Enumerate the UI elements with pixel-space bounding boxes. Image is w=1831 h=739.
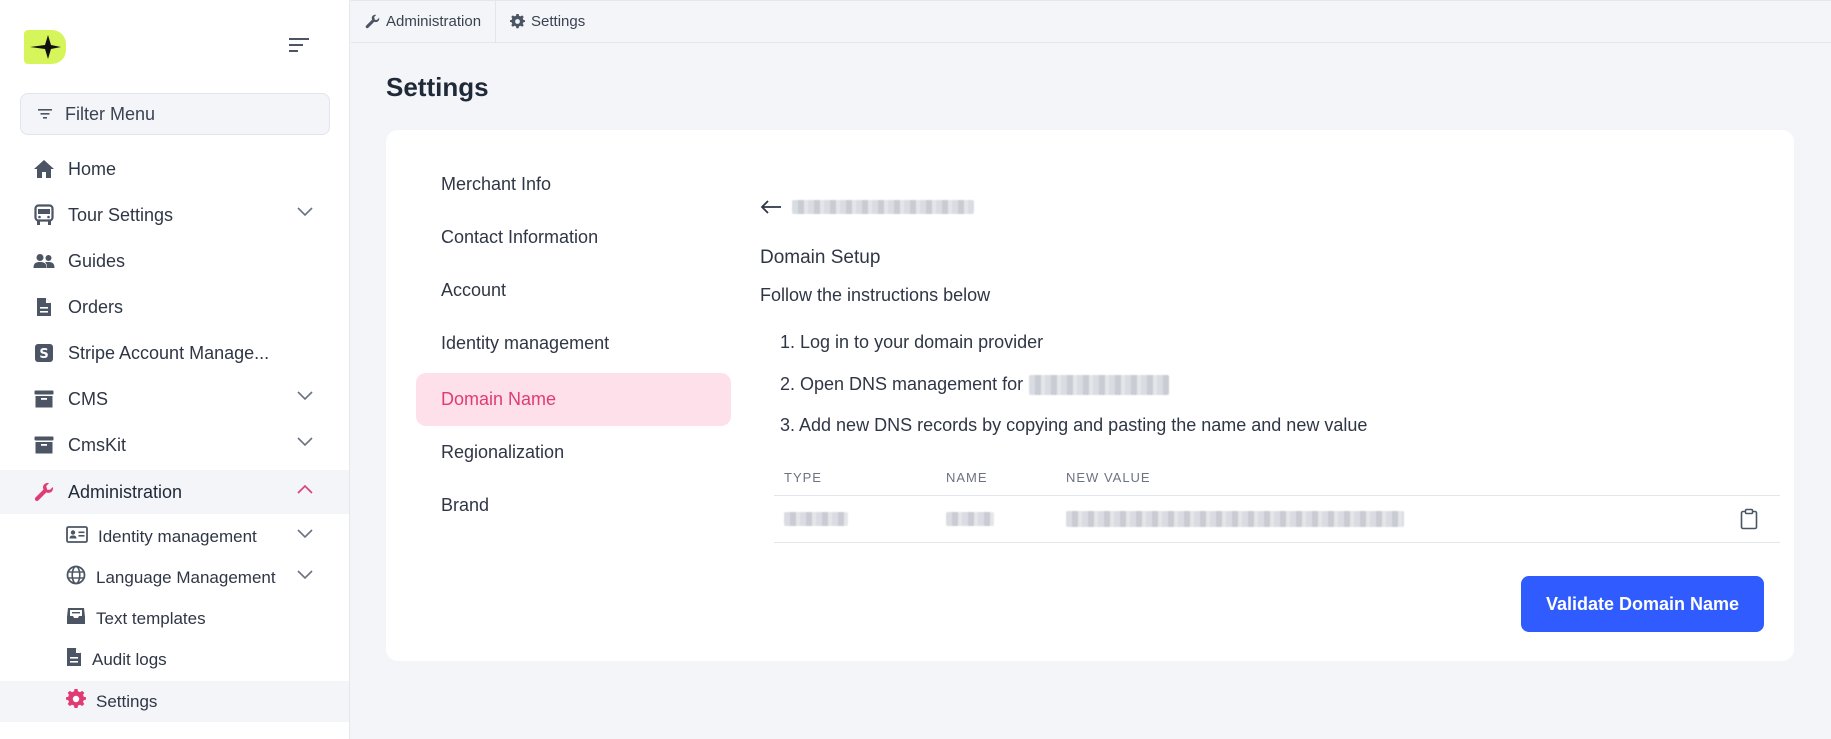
- settings-nav-contact-information[interactable]: Contact Information: [416, 211, 731, 264]
- sidebar-item-label: Administration: [68, 481, 183, 502]
- menu-lines-icon: [289, 38, 309, 52]
- sidebar-item-tour-settings[interactable]: Tour Settings: [0, 193, 349, 237]
- breadcrumb-item-administration[interactable]: Administration: [351, 1, 495, 43]
- redacted-type: [784, 512, 848, 526]
- sidebar-item-home[interactable]: Home: [0, 147, 349, 191]
- dns-records-table: TYPE NAME NEW VALUE: [774, 460, 1780, 543]
- archive-icon: [32, 433, 56, 457]
- redacted-value: [1066, 511, 1404, 527]
- sidebar-subitem-settings[interactable]: Settings: [0, 681, 349, 722]
- sidebar-item-administration[interactable]: Administration: [0, 470, 349, 514]
- menu-collapse-button[interactable]: [286, 34, 312, 56]
- document-icon: [32, 295, 56, 319]
- settings-nav-account[interactable]: Account: [416, 264, 731, 317]
- chevron-down-icon: [297, 391, 313, 401]
- clipboard-copy-icon[interactable]: [1740, 508, 1758, 530]
- inbox-icon: [66, 607, 86, 630]
- sidebar-item-label: Stripe Account Manage...: [68, 342, 270, 363]
- sidebar-item-label: CMS: [68, 388, 108, 409]
- page-title: Settings: [386, 72, 489, 102]
- breadcrumb: Administration Settings: [351, 0, 1831, 43]
- redacted-domain: [792, 200, 974, 214]
- validate-domain-name-button[interactable]: Validate Domain Name: [1521, 576, 1764, 632]
- sidebar-subitem-audit-logs[interactable]: Audit logs: [0, 639, 349, 680]
- domain-setup-title: Domain Setup: [760, 247, 881, 268]
- chevron-down-icon: [297, 437, 313, 447]
- sidebar-subitem-label: Audit logs: [92, 649, 167, 669]
- settings-nav-regionalization[interactable]: Regionalization: [416, 426, 731, 479]
- gear-icon: [510, 14, 526, 29]
- sidebar-item-label: Tour Settings: [68, 204, 174, 225]
- column-header-new-value: NEW VALUE: [1066, 470, 1151, 485]
- sidebar-subitem-label: Identity management: [98, 526, 257, 546]
- domain-setup-subtitle: Follow the instructions below: [760, 285, 991, 305]
- svg-text:S: S: [39, 347, 48, 362]
- sidebar-subitem-label: Settings: [96, 691, 158, 711]
- breadcrumb-item-settings[interactable]: Settings: [496, 1, 599, 43]
- sparkle-logo-icon: [30, 35, 61, 59]
- sidebar-item-label: Guides: [68, 250, 126, 271]
- domain-back-row: [760, 192, 974, 222]
- gear-icon: [66, 688, 86, 714]
- sidebar-item-label: CmsKit: [68, 434, 126, 455]
- chevron-down-icon: [297, 529, 313, 539]
- instruction-step-1: 1. Log in to your domain provider: [780, 332, 1044, 352]
- breadcrumb-label: Administration: [386, 13, 482, 30]
- instruction-step-3: 3. Add new DNS records by copying and pa…: [780, 415, 1368, 435]
- id-card-icon: [66, 525, 88, 548]
- chevron-down-icon: [297, 207, 313, 217]
- filter-icon: [38, 109, 52, 119]
- archive-icon: [32, 387, 56, 411]
- instruction-step-2: 2. Open DNS management for: [780, 374, 1170, 395]
- sidebar-subitem-label: Text templates: [96, 608, 206, 628]
- settings-nav-domain-name[interactable]: Domain Name: [416, 373, 731, 426]
- settings-nav-identity-management[interactable]: Identity management: [416, 317, 731, 370]
- sidebar-subitem-language-management[interactable]: Language Management: [0, 557, 349, 598]
- breadcrumb-label: Settings: [531, 13, 586, 30]
- chevron-up-icon: [297, 484, 313, 494]
- settings-card: Merchant Info Contact Information Accoun…: [386, 130, 1794, 661]
- arrow-left-icon[interactable]: [760, 199, 782, 215]
- wrench-icon: [32, 480, 56, 504]
- users-icon: [32, 249, 56, 273]
- settings-nav-merchant-info[interactable]: Merchant Info: [416, 158, 731, 211]
- sidebar-subitem-label: Language Management: [96, 567, 276, 587]
- sidebar-item-guides[interactable]: Guides: [0, 239, 349, 283]
- sidebar: Home Tour Settings Guides Orders S Strip…: [0, 0, 350, 739]
- wrench-icon: [365, 14, 380, 29]
- column-header-type: TYPE: [784, 470, 822, 485]
- sidebar-item-orders[interactable]: Orders: [0, 285, 349, 329]
- home-icon: [32, 157, 56, 181]
- file-icon: [66, 647, 82, 672]
- chevron-down-icon: [297, 570, 313, 580]
- bus-icon: [32, 203, 56, 227]
- settings-nav-brand[interactable]: Brand: [416, 479, 731, 532]
- sidebar-item-cmskit[interactable]: CmsKit: [0, 423, 349, 467]
- sidebar-subitem-identity-management[interactable]: Identity management: [0, 516, 349, 557]
- filter-menu: [20, 93, 330, 135]
- sidebar-item-label: Orders: [68, 296, 124, 317]
- filter-menu-input[interactable]: [65, 103, 305, 125]
- table-header: TYPE NAME NEW VALUE: [774, 460, 1780, 496]
- sidebar-item-stripe-account[interactable]: S Stripe Account Manage...: [0, 331, 349, 375]
- sidebar-subitem-text-templates[interactable]: Text templates: [0, 598, 349, 639]
- table-row: [774, 496, 1780, 543]
- redacted-domain: [1029, 374, 1170, 395]
- column-header-name: NAME: [946, 470, 988, 485]
- stripe-icon: S: [32, 341, 56, 365]
- sidebar-item-label: Home: [68, 158, 117, 179]
- app-logo[interactable]: [24, 30, 66, 64]
- redacted-name: [946, 512, 994, 526]
- globe-icon: [66, 565, 86, 590]
- sidebar-item-cms[interactable]: CMS: [0, 377, 349, 421]
